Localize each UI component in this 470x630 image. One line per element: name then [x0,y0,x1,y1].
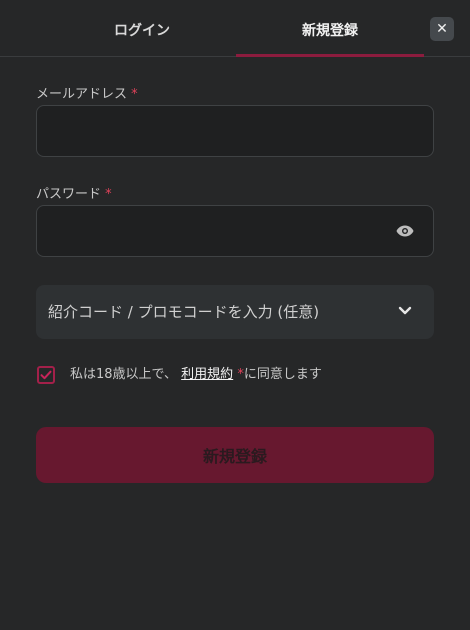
terms-of-service-link[interactable]: 利用規約 [181,367,233,382]
register-button[interactable]: 新規登録 [36,427,434,483]
close-button[interactable]: ✕ [430,17,454,41]
checkmark-icon [40,370,52,380]
age-terms-checkbox[interactable] [37,366,55,384]
password-label-text: パスワード [36,187,102,202]
email-label-text: メールアドレス [36,87,128,102]
promo-code-dropdown[interactable]: 紹介コード / プロモコードを入力 (任意) [36,285,434,339]
tab-login[interactable]: ログイン [47,0,237,57]
terms-agreement-text: 私は18歳以上で、 利用規約 *に同意します [70,366,322,384]
password-field[interactable] [36,205,434,257]
eye-icon[interactable] [396,224,414,238]
active-tab-indicator [236,54,424,57]
auth-tabs: ログイン 新規登録 [0,0,470,57]
close-icon: ✕ [436,21,448,37]
password-label: パスワード * [36,183,112,202]
terms-suffix: に同意します [243,367,322,382]
email-required-mark: * [131,87,138,102]
terms-prefix: 私は18歳以上で、 [70,367,178,382]
tab-register[interactable]: 新規登録 [236,0,424,57]
chevron-down-icon [398,306,412,315]
email-field[interactable] [36,105,434,157]
password-required-mark: * [105,187,112,202]
promo-code-label: 紹介コード / プロモコードを入力 (任意) [48,303,320,321]
email-label: メールアドレス * [36,83,138,102]
